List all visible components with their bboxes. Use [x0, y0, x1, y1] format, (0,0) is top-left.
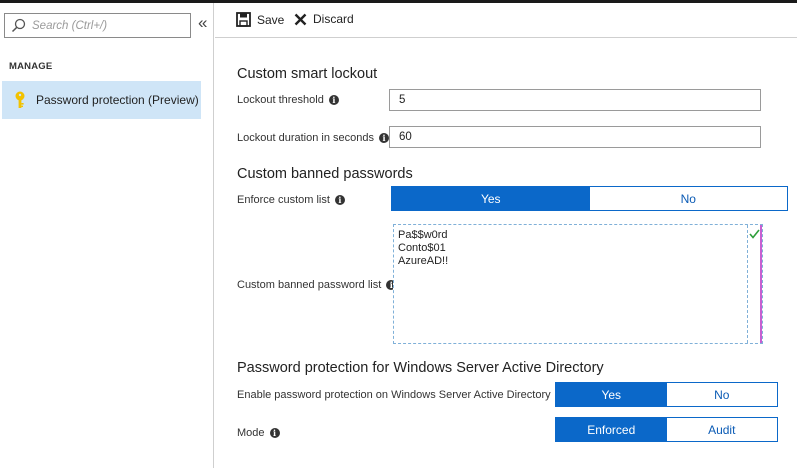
discard-label: Discard — [313, 12, 354, 26]
key-icon — [15, 91, 25, 108]
sidebar-item-password-protection[interactable]: Password protection (Preview) — [2, 81, 201, 119]
banned-password-list-textarea[interactable] — [398, 229, 738, 339]
banned-password-list-box — [393, 224, 763, 344]
collapse-sidebar-icon[interactable]: « — [198, 14, 207, 31]
mode-toggle[interactable]: Enforced Audit — [555, 417, 778, 442]
lockout-threshold-label: Lockout threshold i — [237, 94, 339, 106]
search-input[interactable] — [32, 17, 187, 34]
lockout-duration-text: Lockout duration in seconds — [237, 132, 374, 144]
info-icon[interactable]: i — [328, 95, 339, 105]
discard-button[interactable]: Discard — [294, 12, 354, 26]
checkmark-icon — [749, 229, 760, 239]
lockout-threshold-text: Lockout threshold — [237, 94, 324, 106]
banned-password-list-text: Custom banned password list — [237, 279, 382, 291]
mode-label: Mode i — [237, 427, 280, 439]
info-icon[interactable]: i — [378, 133, 389, 143]
search-box[interactable] — [4, 13, 191, 38]
mode-text: Mode — [237, 427, 265, 439]
search-icon — [11, 18, 26, 33]
textarea-divider — [747, 225, 748, 343]
enforce-no-option[interactable]: No — [590, 187, 788, 210]
enforce-yes-option[interactable]: Yes — [392, 187, 590, 210]
enable-ad-protection-text: Enable password protection on Windows Se… — [237, 389, 551, 401]
banned-password-list-label: Custom banned password list i — [237, 279, 397, 291]
textarea-edge — [760, 225, 762, 343]
save-button[interactable]: Save — [236, 12, 284, 27]
close-icon — [294, 13, 307, 25]
heading-banned-passwords: Custom banned passwords — [237, 166, 413, 182]
heading-windows-ad: Password protection for Windows Server A… — [237, 360, 604, 376]
mode-audit-option[interactable]: Audit — [667, 418, 778, 441]
lockout-threshold-input[interactable] — [389, 89, 761, 111]
section-label-manage: MANAGE — [9, 61, 53, 72]
enforce-custom-list-toggle[interactable]: Yes No — [391, 186, 788, 211]
sidebar: « MANAGE Password protection (Preview) — [0, 3, 214, 468]
enable-yes-option[interactable]: Yes — [556, 383, 667, 406]
lockout-duration-label: Lockout duration in seconds i — [237, 132, 389, 144]
save-label: Save — [257, 12, 285, 27]
command-bar: Save Discard — [215, 3, 797, 38]
enable-no-option[interactable]: No — [667, 383, 778, 406]
enforce-custom-list-label: Enforce custom list i — [237, 194, 345, 206]
main-content: Custom smart lockout Lockout threshold i… — [215, 38, 797, 468]
heading-smart-lockout: Custom smart lockout — [237, 66, 378, 82]
sidebar-item-label: Password protection (Preview) — [36, 93, 199, 107]
mode-enforced-option[interactable]: Enforced — [556, 418, 667, 441]
lockout-duration-input[interactable] — [389, 126, 761, 148]
save-icon — [236, 12, 251, 27]
info-icon[interactable]: i — [269, 428, 280, 438]
enforce-custom-list-text: Enforce custom list — [237, 194, 330, 206]
enable-ad-protection-toggle[interactable]: Yes No — [555, 382, 778, 407]
info-icon[interactable]: i — [334, 195, 345, 205]
enable-ad-protection-label: Enable password protection on Windows Se… — [237, 389, 566, 401]
